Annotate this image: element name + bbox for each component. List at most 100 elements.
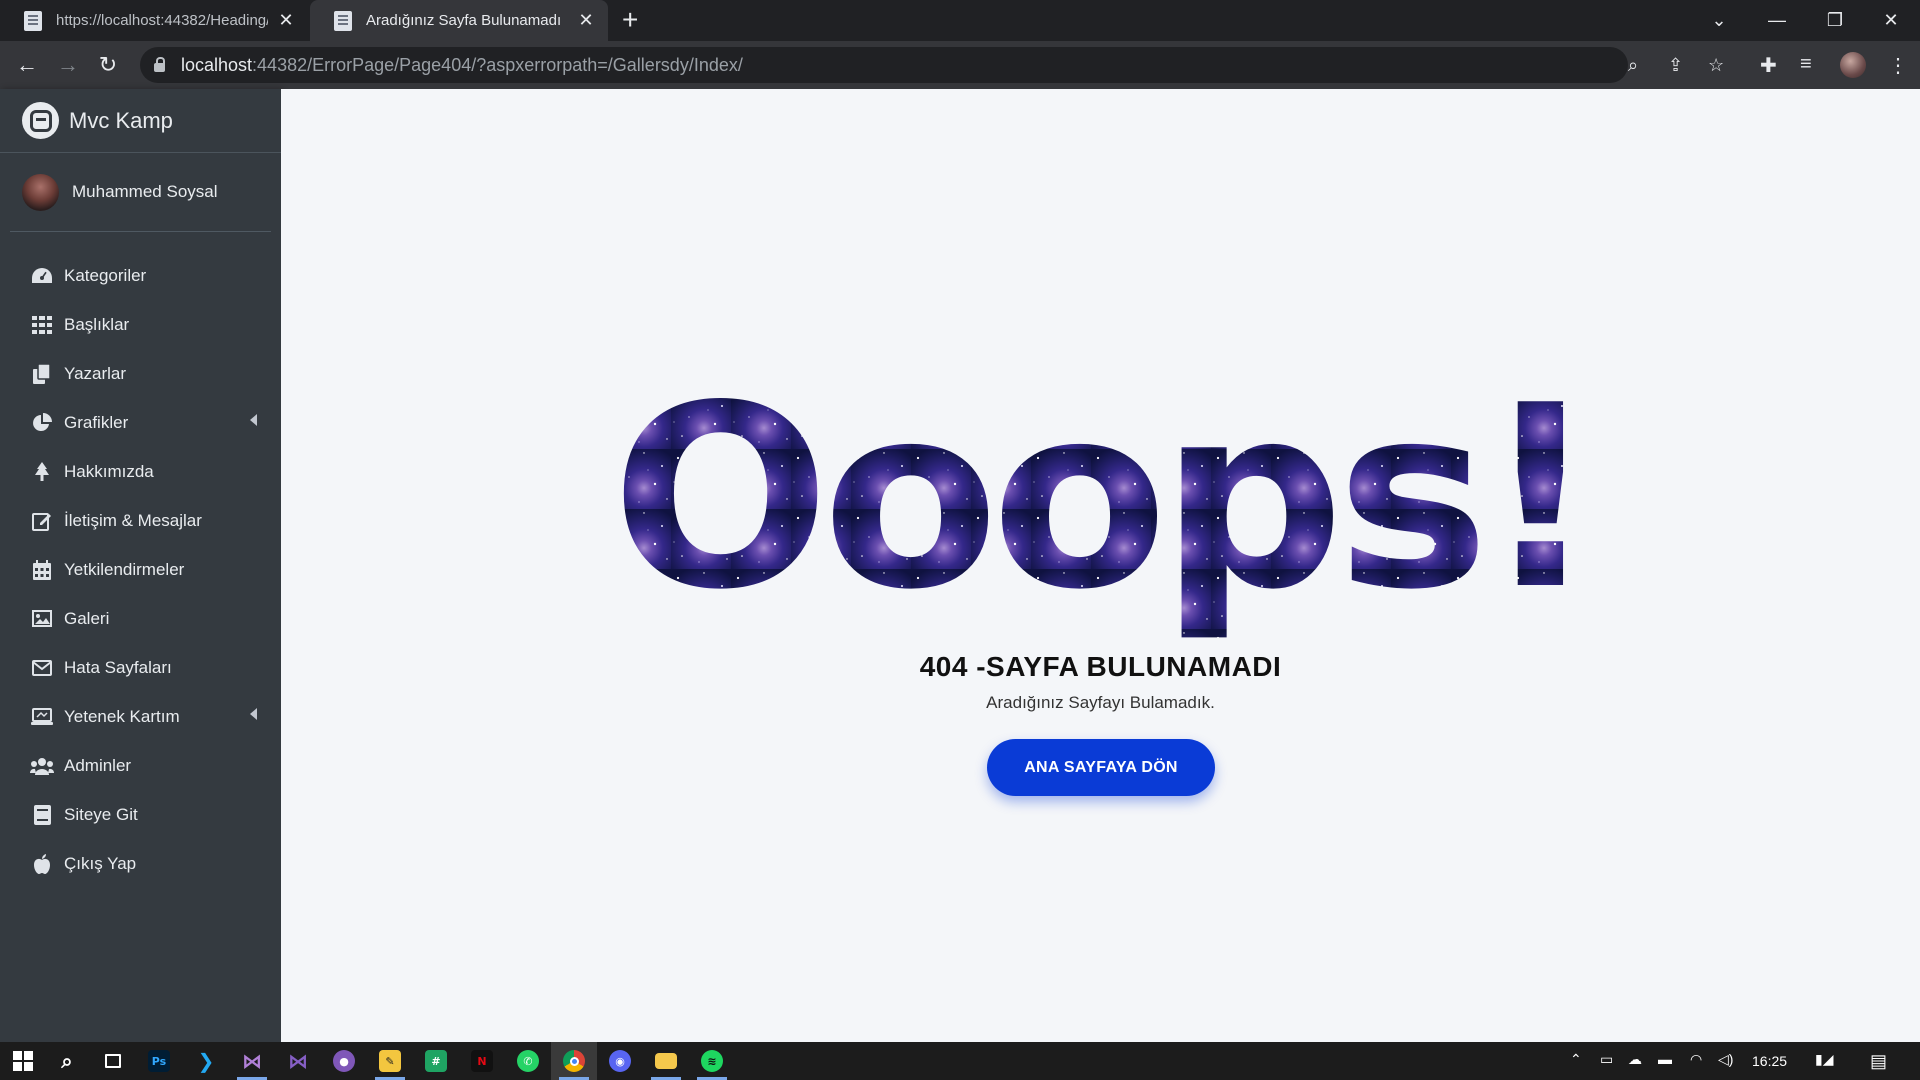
forward-button[interactable]: → [54,51,82,79]
back-button[interactable]: ← [13,51,41,79]
new-tab-button[interactable]: + [622,4,638,36]
browser-toolbar: ← → ↻ localhost:44382/ErrorPage/Page404/… [0,41,1920,89]
volume-icon[interactable]: ◁) [1718,1051,1733,1068]
user-panel[interactable]: Muhammed Soysal [10,153,271,232]
battery-icon[interactable]: ▬ [1658,1051,1672,1067]
sidebar-item-adminler[interactable]: Adminler [0,741,281,790]
error-subtext: Aradığınız Sayfayı Bulamadık. [986,693,1215,712]
extensions-icon[interactable]: ✚ [1760,53,1777,78]
sidebar-item-hata-sayfalari[interactable]: Hata Sayfaları [0,643,281,692]
brand-link[interactable]: Mvc Kamp [0,89,281,153]
apple-icon [30,852,54,876]
url-host: localhost [181,54,253,75]
editor-icon: ✎ [379,1050,401,1072]
taskbar-app-photoshop[interactable]: Ps [136,1042,182,1080]
visual-studio-icon: ⋈ [242,1049,262,1073]
profile-avatar[interactable] [1840,52,1866,78]
image-icon [30,607,54,631]
sidebar-item-label: Galeri [64,608,110,628]
search-button[interactable]: ⌕ [44,1042,90,1080]
sidebar-item-yetenek-kartim[interactable]: Yetenek Kartım [0,692,281,741]
close-icon[interactable]: ✕ [276,10,296,31]
taskbar-app-whatsapp[interactable]: ✆ [505,1042,551,1080]
notifications-icon[interactable]: ▤ [1870,1051,1887,1072]
sidebar-item-basliklar[interactable]: Başlıklar [0,300,281,349]
menu-kebab-icon[interactable]: ⋮ [1888,53,1908,78]
address-bar[interactable]: localhost:44382/ErrorPage/Page404/?aspxe… [140,47,1724,83]
sidebar-item-yetkilendirmeler[interactable]: Yetkilendirmeler [0,545,281,594]
windows-logo-icon [13,1051,33,1071]
sidebar-item-grafikler[interactable]: Grafikler [0,398,281,447]
copy-icon [30,362,54,386]
share-icon[interactable]: ⇪ [1668,55,1683,76]
taskbar-app-visual-studio[interactable]: ⋈ [229,1042,275,1080]
task-view-button[interactable] [90,1042,136,1080]
sidebar-item-label: Yazarlar [64,363,127,383]
wifi-icon[interactable]: ◠ [1690,1051,1702,1068]
discord-icon: ◉ [609,1050,631,1072]
browser-tab[interactable]: https://localhost:44382/Heading/ ✕ [0,0,308,41]
github-icon: ● [333,1050,355,1072]
sidebar-item-yazarlar[interactable]: Yazarlar [0,349,281,398]
sidebar-item-label: Hakkımızda [64,461,154,481]
taskbar-clock[interactable]: 16:25 [1752,1053,1787,1069]
restore-button[interactable]: ❐ [1806,0,1864,41]
grid-icon [30,313,54,337]
sidebar-item-kategoriler[interactable]: Kategoriler [0,251,281,300]
taskbar-app-chrome[interactable] [551,1042,597,1080]
close-icon[interactable]: ✕ [576,10,596,31]
taskbar-app-vscode[interactable]: ❯ [183,1042,229,1080]
taskbar-app-netflix[interactable]: N [459,1042,505,1080]
taskbar-app-editor[interactable]: ✎ [367,1042,413,1080]
edit-icon [30,509,54,533]
lock-icon[interactable] [154,56,165,72]
sidebar-item-siteye-git[interactable]: Siteye Git [0,790,281,839]
chevron-left-icon[interactable] [250,708,257,720]
taskbar-app-github[interactable]: ● [321,1042,367,1080]
sidebar-item-label: Yetenek Kartım [64,706,180,726]
browser-tab-strip: https://localhost:44382/Heading/ ✕ Aradı… [0,0,1920,41]
media-control-icon[interactable]: ≡ [1800,53,1812,76]
error-heading: 404 -SAYFA BULUNAMADI [919,651,1282,682]
tab-title: https://localhost:44382/Heading/ [56,12,268,29]
avatar [22,173,59,211]
sidebar-item-iletisim[interactable]: İletişim & Mesajlar [0,496,281,545]
folder-icon [655,1053,677,1069]
chevron-left-icon[interactable] [250,414,257,426]
return-home-button[interactable]: ANA SAYFAYA DÖN [987,739,1215,796]
window-close-button[interactable]: ✕ [1862,0,1920,41]
chevron-up-icon[interactable]: ⌃ [1570,1051,1582,1068]
pie-chart-icon [30,411,54,435]
sidebar-item-galeri[interactable]: Galeri [0,594,281,643]
photoshop-icon: Ps [148,1050,170,1072]
taskbar-app-visual-studio-2[interactable]: ⋈ [275,1042,321,1080]
taskbar-app-file-explorer[interactable] [643,1042,689,1080]
sidebar-item-hakkimizda[interactable]: Hakkımızda [0,447,281,496]
meet-now-icon[interactable]: ▭ [1600,1051,1613,1068]
sidebar-item-label: Siteye Git [64,804,138,824]
vscode-icon: ❯ [197,1049,215,1073]
ooops-text: Ooops! [611,389,1591,639]
browser-tab-active[interactable]: Aradığınız Sayfa Bulunamadı ✕ [310,0,608,41]
dashboard-icon [30,264,54,288]
zoom-icon[interactable]: ⌕ [1628,55,1638,76]
tab-search-button[interactable]: ⌄ [1690,0,1748,41]
tree-icon [30,460,54,484]
cloud-error-icon[interactable]: ☁ [1628,1051,1642,1068]
whatsapp-icon: ✆ [517,1050,539,1072]
minimize-button[interactable]: — [1748,0,1806,41]
sidebar-item-label: Yetkilendirmeler [64,559,185,579]
sidebar: Mvc Kamp Muhammed Soysal Kategoriler Baş… [0,89,281,1042]
taskbar-app-spotify[interactable]: ≋ [689,1042,735,1080]
language-indicator-icon[interactable]: ▮◢ [1815,1051,1833,1068]
bookmark-star-icon[interactable]: ☆ [1708,55,1724,76]
reload-button[interactable]: ↻ [94,51,122,79]
url-path: :44382/ErrorPage/Page404/?aspxerrorpath=… [252,54,743,75]
sidebar-item-cikis-yap[interactable]: Çıkış Yap [0,839,281,888]
page-favicon-icon [24,10,42,31]
start-button[interactable] [0,1042,46,1080]
tab-title: Aradığınız Sayfa Bulunamadı [366,12,562,29]
taskbar-app-sheets[interactable]: # [413,1042,459,1080]
taskbar-app-discord[interactable]: ◉ [597,1042,643,1080]
page-favicon-icon [334,10,352,31]
